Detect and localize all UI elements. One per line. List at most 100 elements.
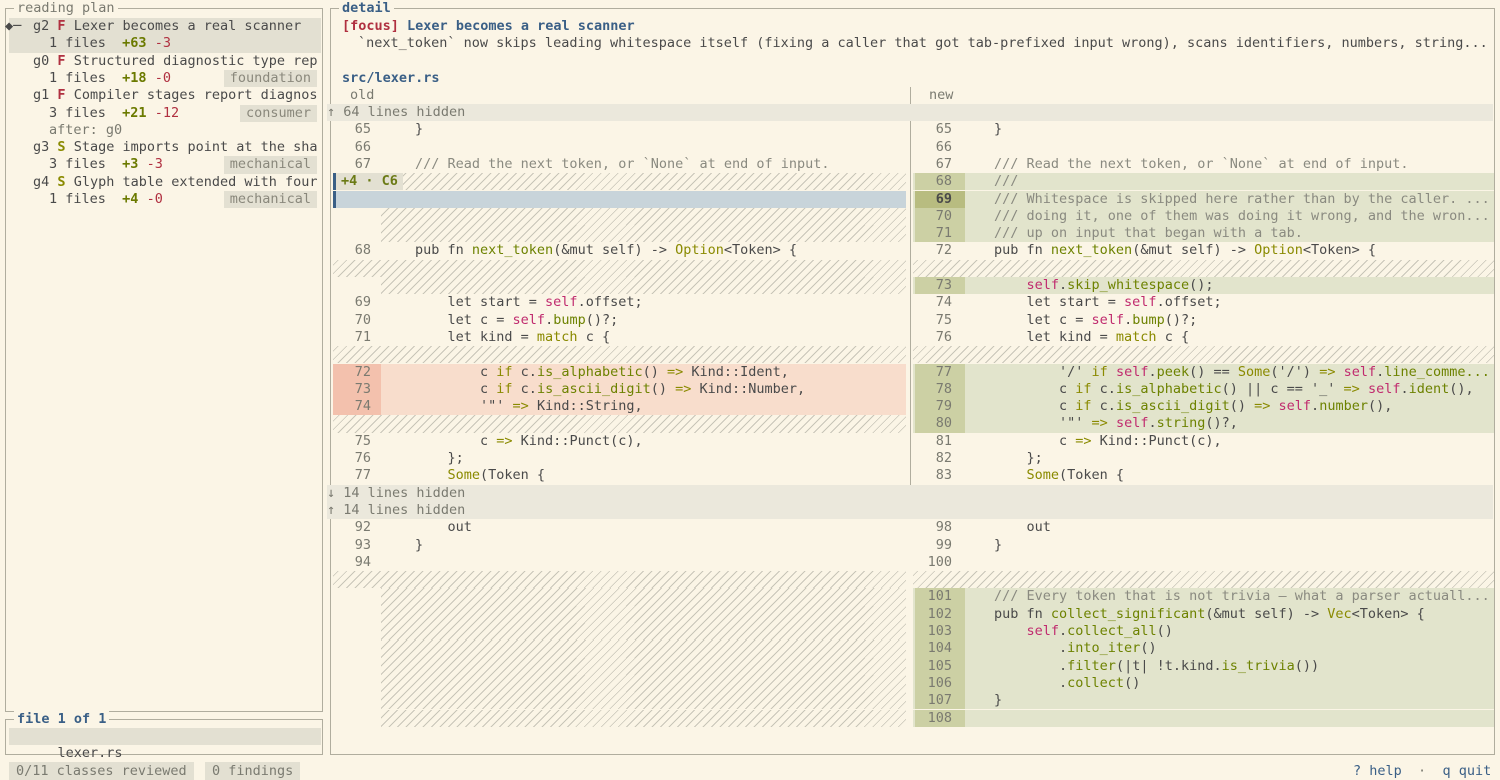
file-item-label: lexer.rs [57,745,123,762]
hunk-header: +4 · C6 68/// [333,173,1494,191]
plan-item-additions: +63 [122,35,147,52]
plan-item-deletions: -0 [146,191,163,207]
hidden-lines-fold[interactable]: ↑ 64 lines hidden [327,104,1493,122]
plan-item-after: after: g0 [49,121,123,138]
fold-arrow-icon: ↑ [327,501,336,518]
diff-line [333,346,1494,364]
diff-line: 70 let c = self.bump()?; 75 let c = self.… [354,311,1198,328]
diff-line [333,571,1494,589]
plan-item-stats: 1 files +63 -3 [9,35,321,53]
plan-item-dependency: after: g0 [9,122,321,139]
plan-item-kind: S [57,173,66,190]
plan-item-deletions: -3 [154,35,171,52]
diff-line: 104 .into_iter() [333,640,1494,658]
hidden-lines-label: 14 lines hidden [343,484,466,501]
file-list-panel: file 1 of 1 lexer.rs [5,711,323,761]
diff-line: 68 pub fn next_token(&mut self) -> Option… [354,242,1377,259]
diff-line: 76 }; 82 }; [354,450,1043,466]
plan-item-kind: S [57,139,66,156]
diff-line: 101/// Every token that is not trivia — … [333,588,1494,606]
diff-line: 70/// doing it, one of them was doing it… [333,207,1494,226]
plan-item-id: g1 [33,87,50,104]
hidden-lines-fold[interactable]: ↑ 14 lines hidden [327,501,1493,520]
diff-line: 105 .filter(|t| !t.kind.is_trivia()) [333,657,1494,675]
hidden-lines-label: 64 lines hidden [343,104,466,120]
diff-line: 71/// up on input that began with a tab. [333,225,1494,243]
plan-item-g0[interactable]: g0 F Structured diagnostic type rep [9,53,321,70]
plan-item-g3[interactable]: g3 S Stage imports point at the sha [9,139,321,156]
diff-line: 92 out 98 out [354,519,1051,536]
plan-item-deletions: -0 [154,69,171,86]
plan-item-tag: consumer [239,104,317,122]
diff-line: 108 [333,709,1494,727]
plan-item-files: 3 files [49,104,106,121]
diff-line: 69 let start = self.offset; 74 let start … [354,294,1222,311]
detail-panel: detail [focus] Lexer becomes a real scan… [327,0,1495,755]
plan-item-title: Structured diagnostic type rep [73,52,318,69]
diff-line: 65} 65} [354,121,1003,138]
diff-line: 72 c if c.is_alphabetic() => Kind::Ident… [333,363,1494,381]
fold-arrow-icon: ↓ [327,484,336,501]
file-list-title: file 1 of 1 [14,711,110,728]
file-path: src/lexer.rs [342,70,440,86]
focus-title: Lexer becomes a real scanner [407,18,635,34]
diff-line: 69/// Whitespace is skipped here rather … [333,190,1494,208]
diff-line: 71 let kind = match c {76 let kind = mat… [354,328,1190,345]
diff-line: 73 c if c.is_ascii_digit() => Kind::Numb… [333,380,1494,399]
reading-plan-panel: reading plan ◆─ g2 F Lexer becomes a real… [5,0,323,712]
plan-item-files: 1 files [49,69,106,86]
hint-separator: · [1418,763,1427,779]
hidden-lines-fold[interactable]: ↓ 14 lines hidden [327,484,1493,502]
plan-item-deletions: -12 [154,104,180,121]
quit-hint[interactable]: q quit [1442,763,1491,779]
hidden-lines-label: 14 lines hidden [343,501,466,518]
diff-line: 106 .collect() [333,674,1494,693]
old-column-label: old [350,87,375,103]
plan-item-id: g3 [33,139,50,156]
diff-line: 74 '"' => Kind::String, 79 c if c.is_asci… [333,398,1494,416]
plan-item-files: 3 files [49,156,106,173]
diff-line: 73 self.skip_whitespace(); [333,277,1494,295]
classes-reviewed-status: 0/11 classes reviewed [9,762,194,780]
plan-item-kind: F [57,18,66,34]
fold-arrow-icon: ↑ [327,104,336,120]
plan-item-tag: foundation [223,69,317,88]
plan-item-additions: +3 [122,156,139,173]
diff-line: 94 100 [354,553,952,570]
plan-item-title: Stage imports point at the sha [73,139,318,156]
plan-item-g1[interactable]: g1 F Compiler stages report diagnos [9,87,321,104]
key-hints: ? help · q quit [1353,762,1491,779]
new-column-label: new [929,87,954,103]
plan-item-kind: F [57,52,66,69]
diff-line [333,259,1494,277]
plan-item-title: Glyph table extended with four [73,173,318,190]
plan-item-id: g0 [33,52,50,69]
plan-item-additions: +21 [122,104,147,121]
file-item[interactable]: lexer.rs [9,728,321,761]
diff-line: 66 66 [354,138,952,155]
plan-item-title: Lexer becomes a real scanner [73,18,302,34]
diff-line: 102 pub fn collect_significant(&mut self)… [333,605,1494,623]
focus-description: `next_token` now skips leading whitespac… [358,35,1488,51]
plan-item-files: 1 files [49,35,106,52]
plan-item-kind: F [57,87,66,104]
plan-item-g4[interactable]: g4 S Glyph table extended with four [9,174,321,191]
hunk-badge: +4 · C6 [333,173,403,191]
plan-item-id: g2 [33,18,50,34]
plan-item-additions: +4 [122,191,139,207]
diff-line: 93} 99} [354,536,1003,553]
diff-line: 75 c => Kind::Punct(c), 81 c => Kind::Pun… [354,432,1222,449]
focus-header: [focus] Lexer becomes a real scanner [342,18,635,35]
diff-line: 80 '"' => self.string()?, [333,415,1494,433]
plan-item-g2[interactable]: ◆─ g2 F Lexer becomes a real scanner [5,18,321,36]
current-marker-icon: ◆─ [5,18,22,34]
plan-item-stats: 1 files +18 -0 foundation [9,69,321,88]
reading-plan-title: reading plan [14,0,118,17]
diff-line: 107} [333,692,1494,710]
diff-line: 67/// Read the next token, or `None` at … [354,155,1409,172]
help-hint[interactable]: ? help [1353,763,1402,779]
plan-item-deletions: -3 [146,156,163,173]
plan-item-stats: 3 files +3 -3 mechanical [9,156,321,174]
plan-item-stats: 1 files +4 -0 mechanical [9,191,321,209]
focus-tag: [focus] [342,18,399,34]
